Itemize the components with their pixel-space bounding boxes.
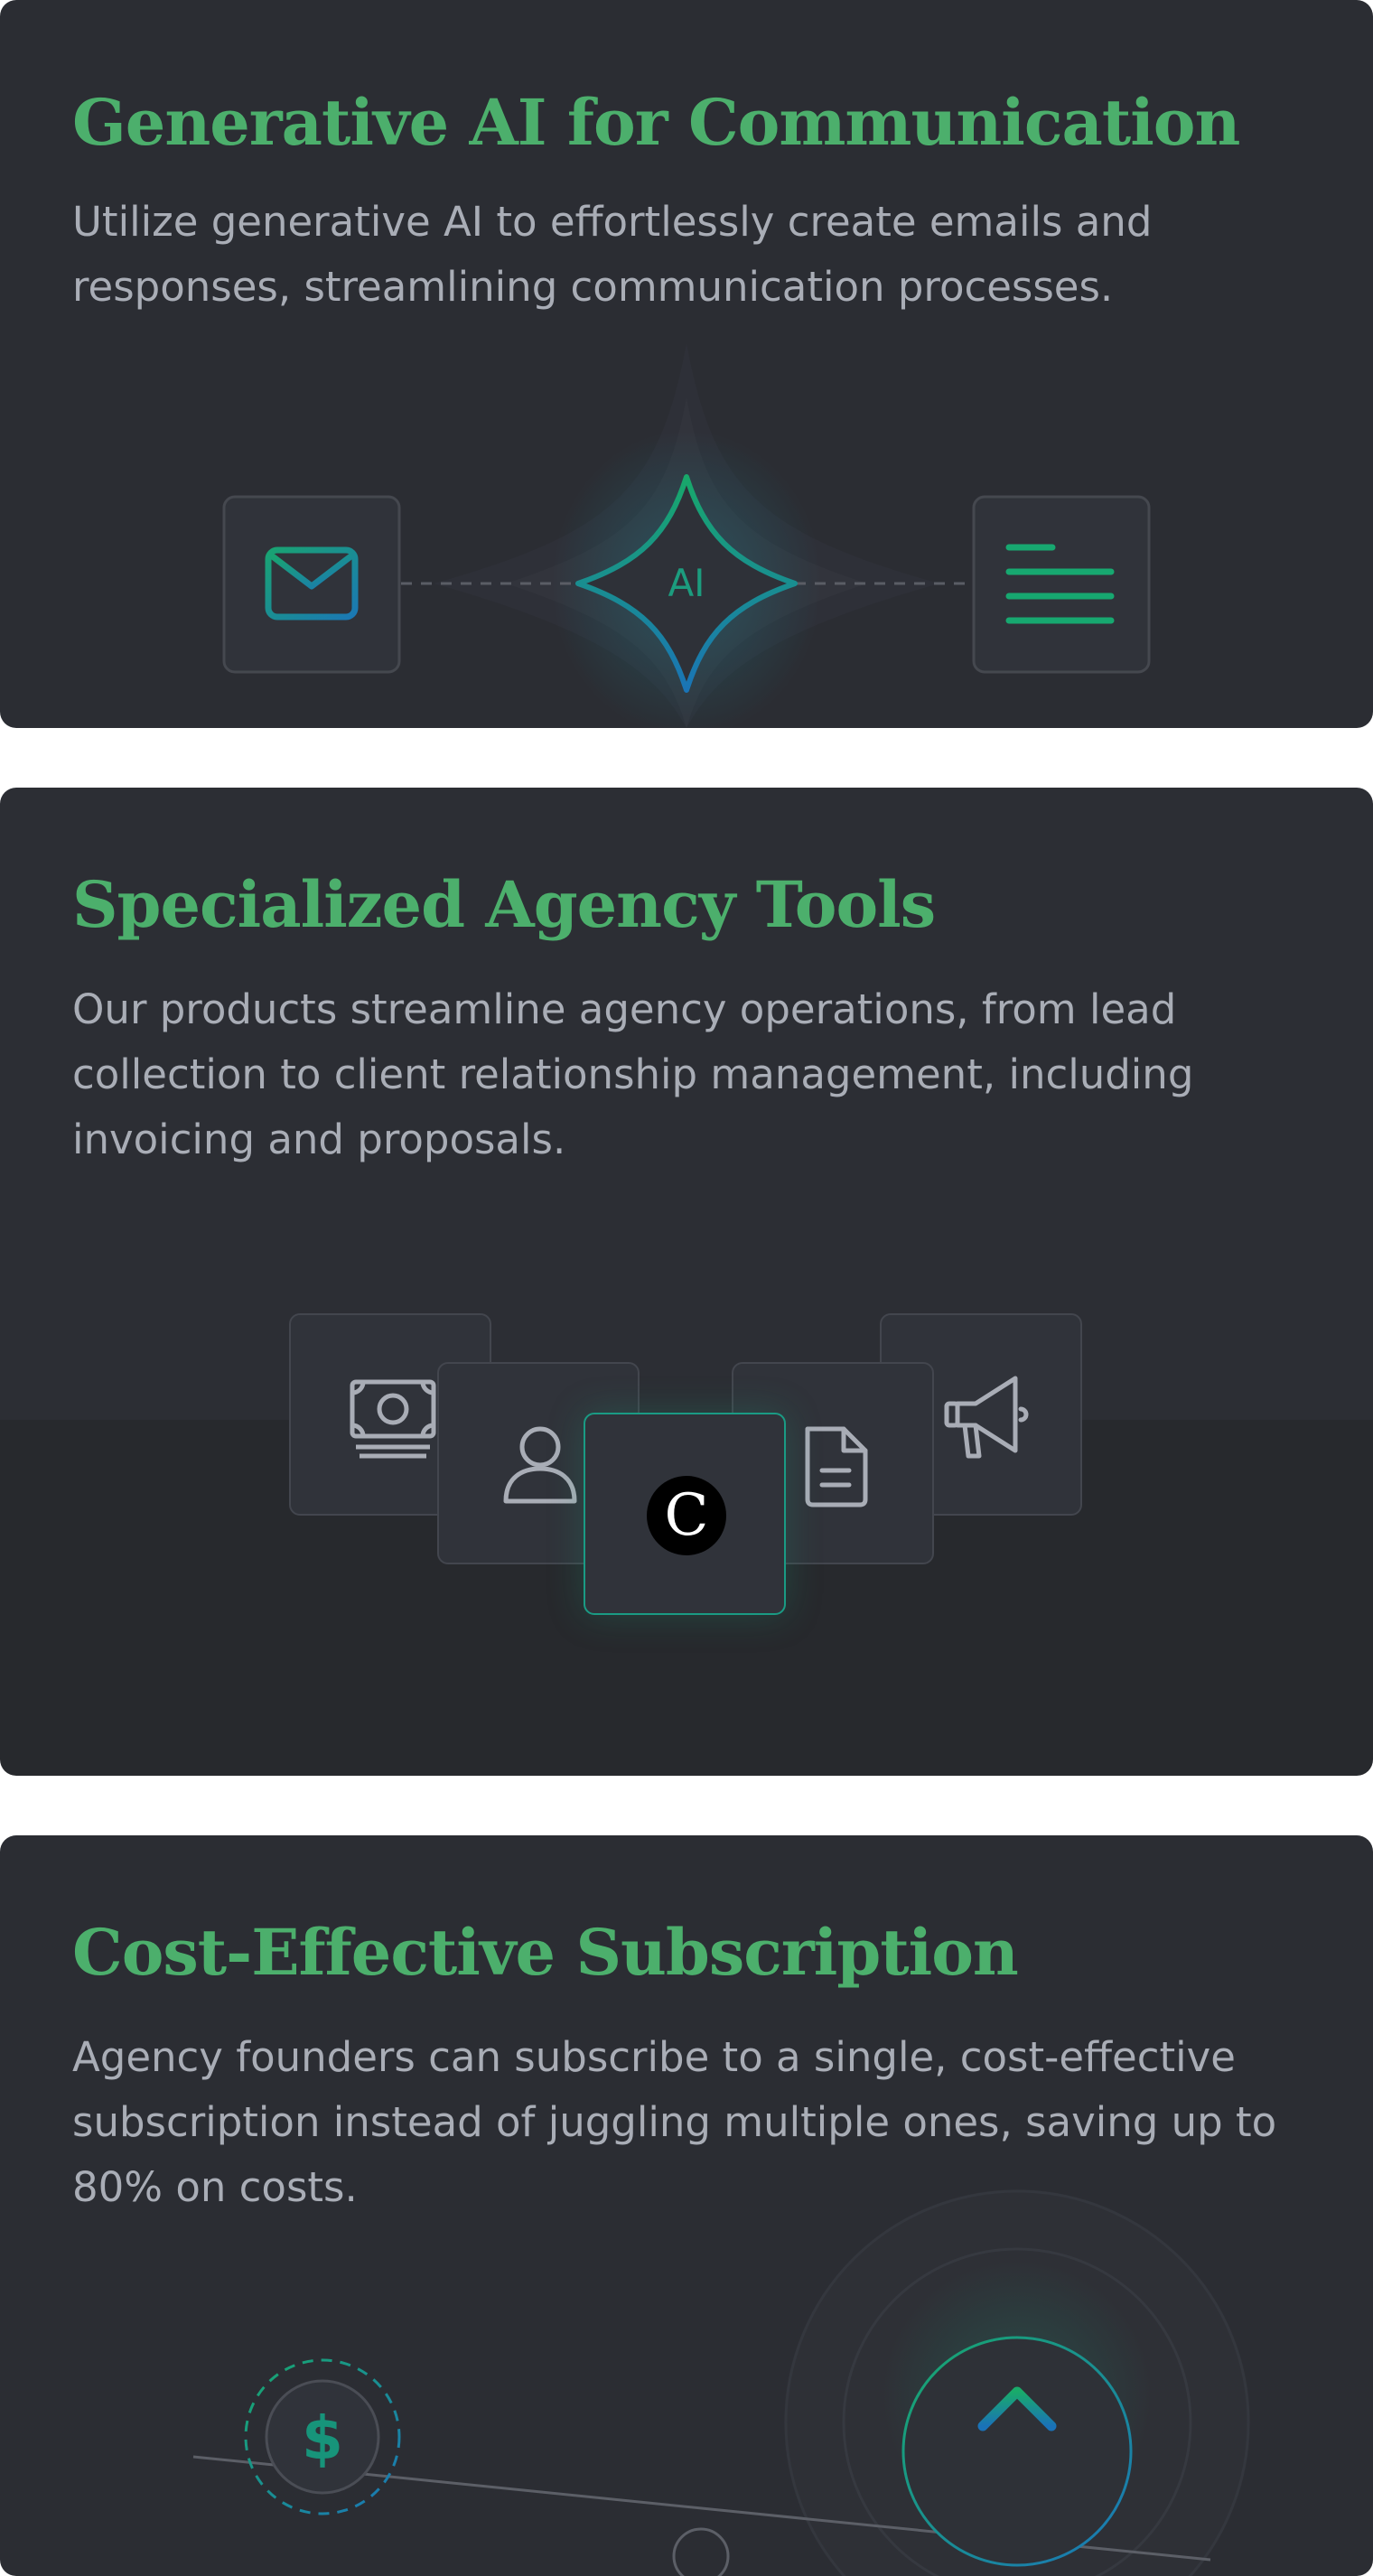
- feature-card-subscription: Cost-Effective Subscription Agency found…: [0, 1835, 1373, 2576]
- card-title: Cost-Effective Subscription: [72, 1915, 1019, 1990]
- feature-card-generative-ai: Generative AI for Communication Utilize …: [0, 0, 1373, 728]
- ai-label: AI: [668, 561, 705, 605]
- feature-card-agency-tools: Specialized Agency Tools Our products st…: [0, 788, 1373, 1776]
- logo-tile: C: [584, 1413, 786, 1615]
- arrow-up-badge: [901, 2336, 1133, 2567]
- ai-communication-illustration: AI: [222, 343, 1151, 728]
- mail-tile: [222, 495, 401, 674]
- subscription-savings-illustration: $: [192, 2189, 1250, 2576]
- coin-icon: $: [244, 2358, 401, 2515]
- card-description: Utilize generative AI to effortlessly cr…: [72, 198, 1153, 311]
- agency-tools-illustration: C: [0, 788, 1373, 1776]
- logo-icon: C: [647, 1476, 726, 1555]
- text-document-tile: [972, 495, 1151, 674]
- card-title: Generative AI for Communication: [72, 85, 1240, 160]
- dollar-sign: $: [302, 2403, 343, 2473]
